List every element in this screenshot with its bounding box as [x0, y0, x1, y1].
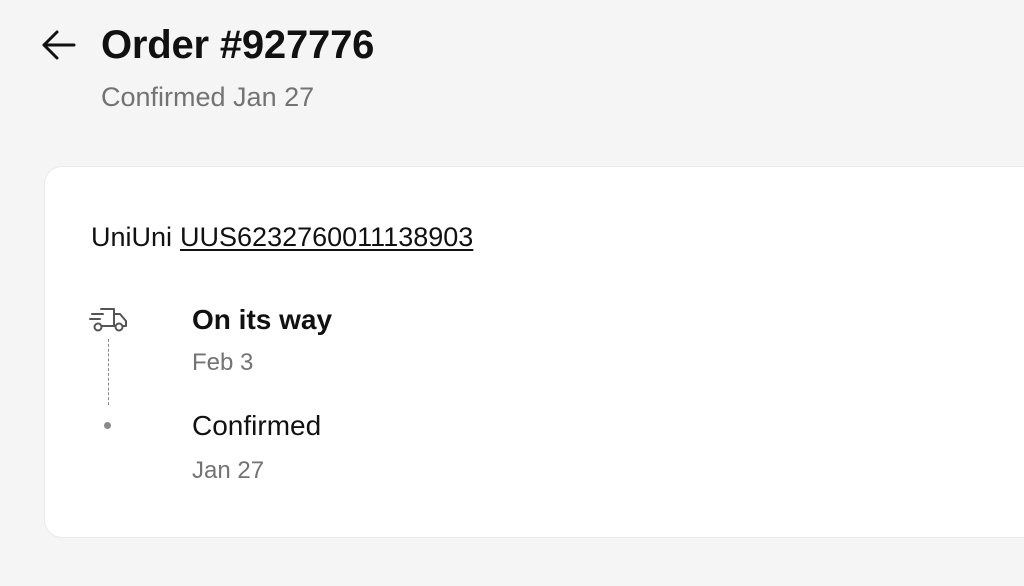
back-button[interactable] — [40, 20, 82, 70]
step-title-confirmed: Confirmed — [192, 410, 322, 441]
dot-icon — [104, 422, 111, 429]
timeline-connector — [108, 339, 109, 405]
title-block: Order #927776 Confirmed Jan 27 — [101, 20, 374, 114]
order-status-page: Order #927776 Confirmed Jan 27 UniUni UUS… — [0, 0, 1024, 586]
step-date-confirmed: Jan 27 — [192, 457, 265, 484]
step-title-on-its-way: On its way — [192, 304, 333, 335]
step-date-on-its-way: Feb 3 — [192, 349, 254, 376]
arrow-left-icon — [42, 30, 76, 60]
shipment-card: UniUni UUS6232760011138903 On its way Feb… — [44, 166, 1024, 538]
carrier-name: UniUni — [91, 222, 173, 252]
tracking-number-link[interactable]: UUS6232760011138903 — [180, 222, 473, 252]
truck-icon — [89, 308, 127, 332]
page-subtitle: Confirmed Jan 27 — [101, 82, 315, 112]
page-header: Order #927776 Confirmed Jan 27 — [40, 20, 374, 114]
shipment-timeline: On its way Feb 3 Confirmed Jan 27 — [89, 301, 689, 501]
page-title: Order #927776 — [101, 23, 375, 67]
tracking-line: UniUni UUS6232760011138903 — [91, 221, 473, 253]
